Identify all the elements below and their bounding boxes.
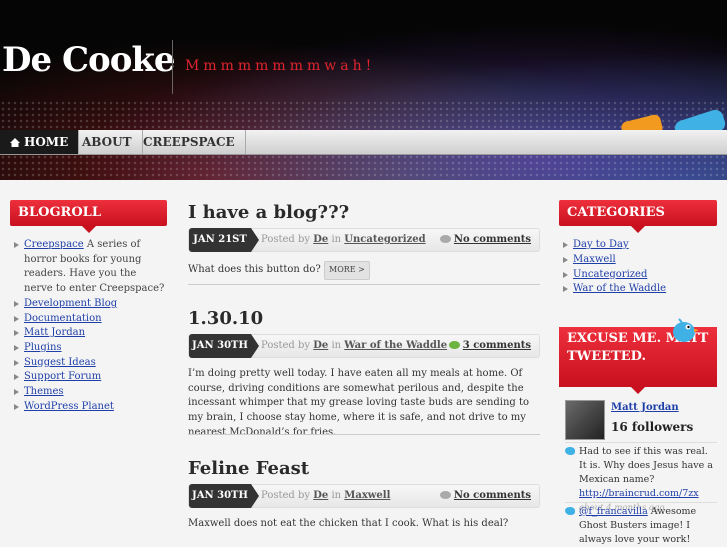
blogroll-widget: BLOGROLL Creepspace A series of horror b…	[10, 200, 167, 414]
blogroll-link-documentation[interactable]: Documentation	[24, 313, 102, 324]
post-excerpt: What does this button do? MORE >	[188, 261, 540, 280]
category-link-maxwell[interactable]: Maxwell	[573, 254, 616, 265]
twitter-username[interactable]: Matt Jordan	[611, 402, 679, 413]
author-link[interactable]: De	[313, 234, 328, 245]
logo-divider	[172, 40, 173, 94]
category-item: Day to Day	[559, 238, 717, 253]
excerpt-text: What does this button do?	[188, 264, 321, 275]
post: Feline Feast JAN 30TH Posted by De in Ma…	[188, 456, 540, 532]
nav-home[interactable]: HOME	[0, 130, 80, 154]
in-label: in	[331, 234, 342, 245]
blogroll-title: BLOGROLL	[10, 200, 167, 233]
post-byline: Posted by De in Uncategorized	[261, 229, 426, 251]
avatar[interactable]	[565, 400, 605, 440]
blogroll-link-matt-jordan[interactable]: Matt Jordan	[24, 327, 85, 338]
category-item: War of the Waddle	[559, 282, 717, 297]
posted-by-label: Posted by	[261, 340, 311, 351]
right-sidebar: CATEGORIES Day to Day Maxwell Uncategori…	[559, 200, 717, 545]
nav-creepspace[interactable]: CREEPSPACE	[133, 130, 246, 154]
blogroll-item: Matt Jordan	[10, 326, 167, 341]
blogroll-item: Plugins	[10, 341, 167, 356]
in-label: in	[331, 490, 342, 501]
category-link[interactable]: Maxwell	[344, 490, 390, 501]
post-title[interactable]: I have a blog???	[188, 200, 540, 226]
post-excerpt: Maxwell does not eat the chicken that I …	[188, 518, 509, 529]
tweet-mention-link[interactable]: @f_francavilla	[579, 506, 648, 517]
category-item: Uncategorized	[559, 268, 717, 283]
twitter-profile: Matt Jordan 16 followers	[565, 400, 715, 440]
comments-link[interactable]: No comments	[454, 234, 531, 245]
category-item: Maxwell	[559, 253, 717, 268]
main-nav: HOME ABOUT CREEPSPACE	[0, 130, 727, 155]
blogroll-link-development-blog[interactable]: Development Blog	[24, 298, 117, 309]
blogroll-link-suggest-ideas[interactable]: Suggest Ideas	[24, 357, 96, 368]
post: I have a blog??? JAN 21ST Posted by De i…	[188, 200, 540, 280]
nav-home-label: HOME	[24, 135, 69, 149]
blogroll-item: WordPress Planet	[10, 400, 167, 415]
comments-count: No comments	[439, 229, 531, 251]
comments-link[interactable]: No comments	[454, 490, 531, 501]
category-link[interactable]: War of the Waddle	[344, 340, 447, 351]
home-icon	[10, 138, 20, 147]
post-divider	[188, 434, 540, 435]
author-link[interactable]: De	[313, 490, 328, 501]
tweet-divider	[565, 442, 717, 443]
tweet-link[interactable]: http://braincrud.com/7zx	[579, 488, 699, 499]
category-link-war-of-the-waddle[interactable]: War of the Waddle	[573, 283, 666, 294]
twitter-bird-icon	[673, 318, 699, 342]
post-meta: JAN 30TH Posted by De in War of the Wadd…	[188, 334, 540, 358]
blogroll-item: Documentation	[10, 312, 167, 327]
post-meta: JAN 30TH Posted by De in Maxwell No comm…	[188, 484, 540, 508]
tweet-divider	[565, 502, 717, 503]
post-date: JAN 30TH	[189, 334, 259, 358]
post-title[interactable]: Feline Feast	[188, 456, 540, 482]
category-link-uncategorized[interactable]: Uncategorized	[573, 269, 647, 280]
blogroll-link-plugins[interactable]: Plugins	[24, 342, 62, 353]
tweet-text: Had to see if this was real. It is. Why …	[579, 446, 713, 485]
tweet-bird-icon	[565, 447, 575, 455]
posted-by-label: Posted by	[261, 234, 311, 245]
comment-bubble-icon	[439, 491, 451, 499]
post-date: JAN 21ST	[189, 228, 259, 252]
comments-link[interactable]: 3 comments	[463, 340, 531, 351]
blogroll-item: Themes	[10, 385, 167, 400]
blogroll-link-support-forum[interactable]: Support Forum	[24, 371, 101, 382]
comment-bubble-icon	[448, 341, 460, 349]
comment-bubble-icon	[439, 235, 451, 243]
post-byline: Posted by De in Maxwell	[261, 485, 390, 507]
in-label: in	[331, 340, 342, 351]
tweet: @f_francavilla Awesome Ghost Busters ima…	[565, 505, 717, 547]
category-link[interactable]: Uncategorized	[344, 234, 425, 245]
blogroll-list: Creepspace A series of horror books for …	[10, 238, 167, 414]
site-tagline: Mmmmmmmmwah!	[185, 58, 376, 74]
author-link[interactable]: De	[313, 340, 328, 351]
comments-count: No comments	[439, 485, 531, 507]
post: 1.30.10 JAN 30TH Posted by De in War of …	[188, 306, 540, 441]
blogroll-item: Suggest Ideas	[10, 356, 167, 371]
follower-count: 16 followers	[611, 420, 694, 434]
post-title[interactable]: 1.30.10	[188, 306, 540, 332]
categories-title: CATEGORIES	[559, 200, 717, 233]
nav-about[interactable]: ABOUT	[72, 130, 143, 154]
post-excerpt: I’m doing pretty well today. I have eate…	[188, 368, 530, 438]
category-link-day-to-day[interactable]: Day to Day	[573, 239, 629, 250]
post-meta: JAN 21ST Posted by De in Uncategorized N…	[188, 228, 540, 252]
post-byline: Posted by De in War of the Waddle	[261, 335, 447, 357]
categories-list: Day to Day Maxwell Uncategorized War of …	[559, 238, 717, 297]
site-logo[interactable]: De Cooke	[2, 40, 176, 80]
more-button[interactable]: MORE >	[324, 261, 370, 280]
posted-by-label: Posted by	[261, 490, 311, 501]
post-divider	[188, 284, 540, 285]
tweet-bird-icon	[565, 507, 575, 515]
blogroll-link-wordpress-planet[interactable]: WordPress Planet	[24, 401, 114, 412]
blogroll-item: Development Blog	[10, 297, 167, 312]
blogroll-link-themes[interactable]: Themes	[24, 386, 64, 397]
blogroll-item: Creepspace A series of horror books for …	[10, 238, 167, 297]
post-date: JAN 30TH	[189, 484, 259, 508]
blogroll-link-creepspace[interactable]: Creepspace	[24, 239, 84, 250]
comments-count: 3 comments	[448, 335, 531, 357]
blogroll-item: Support Forum	[10, 370, 167, 385]
